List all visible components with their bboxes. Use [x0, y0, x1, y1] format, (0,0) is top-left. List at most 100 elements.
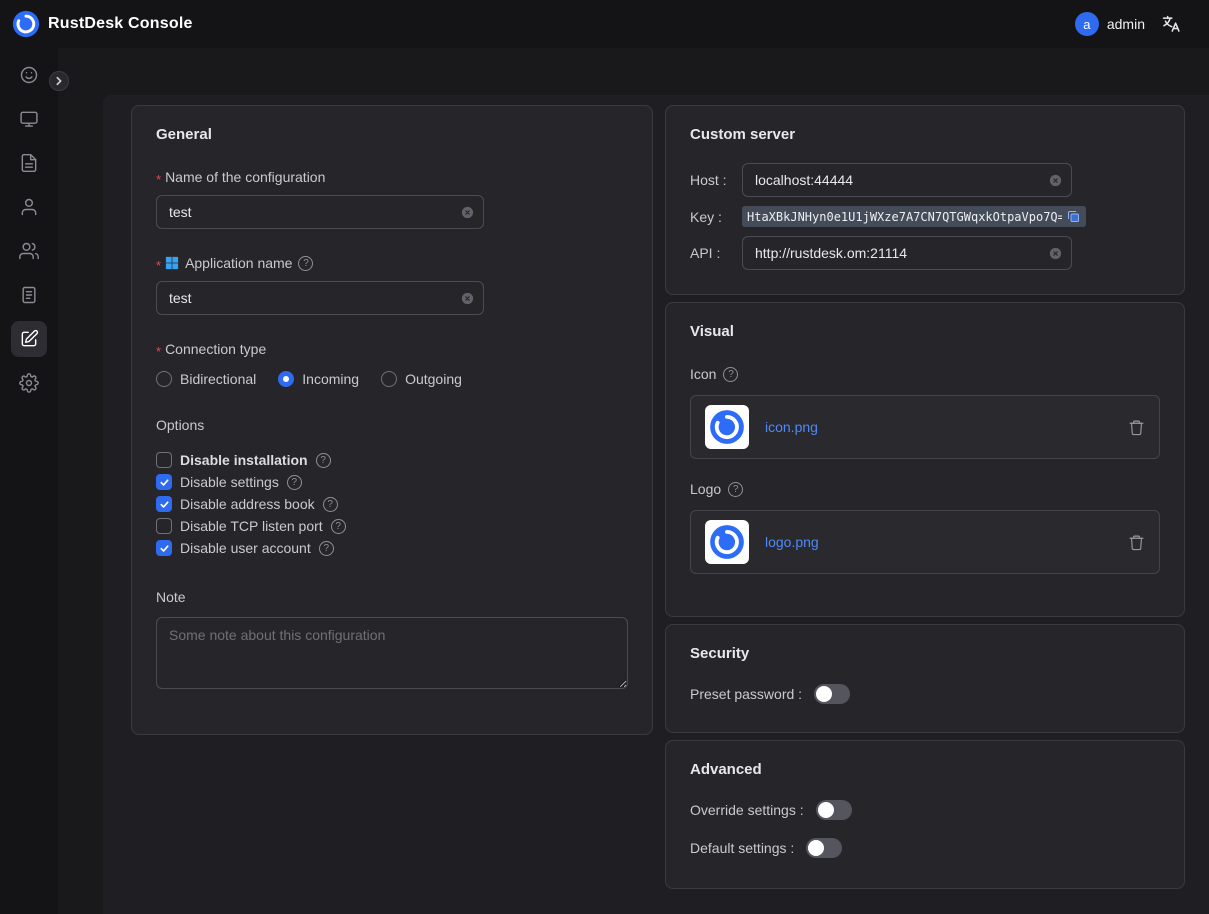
help-icon[interactable]: ? — [316, 453, 331, 468]
api-input[interactable] — [742, 236, 1072, 270]
content: General * Name of the configuration — [103, 95, 1209, 914]
help-icon[interactable]: ? — [331, 519, 346, 534]
clear-icon[interactable] — [460, 205, 475, 220]
sidebar-item-groups[interactable] — [11, 233, 47, 269]
app-name-input[interactable] — [156, 281, 484, 315]
user-icon — [19, 197, 39, 217]
sidebar — [0, 48, 58, 914]
help-icon[interactable]: ? — [723, 367, 738, 382]
radio-label: Outgoing — [405, 371, 462, 387]
security-card: Security Preset password : — [665, 624, 1185, 733]
checkbox[interactable] — [156, 518, 172, 534]
logo-label-row: Logo ? — [690, 481, 1160, 497]
translate-icon[interactable] — [1161, 14, 1181, 34]
app-name-field-label: * Application name ? — [156, 255, 628, 271]
option-disable-installation[interactable]: Disable installation ? — [156, 449, 628, 471]
required-asterisk: * — [156, 344, 161, 359]
api-label: API : — [690, 245, 742, 261]
override-settings-toggle[interactable] — [816, 800, 852, 820]
preset-password-toggle[interactable] — [814, 684, 850, 704]
icon-file-link[interactable]: icon.png — [765, 419, 818, 435]
icon-preview — [705, 405, 749, 449]
option-disable-address-book[interactable]: Disable address book ? — [156, 493, 628, 515]
app-shell: General * Name of the configuration — [0, 48, 1209, 914]
override-settings-label: Override settings : — [690, 802, 804, 818]
sidebar-item-configurations[interactable] — [11, 321, 47, 357]
name-field-label: * Name of the configuration — [156, 169, 628, 185]
visual-title: Visual — [690, 323, 1160, 340]
icon-label: Icon — [690, 366, 716, 382]
host-input[interactable] — [742, 163, 1072, 197]
note-textarea[interactable] — [156, 617, 628, 689]
name-input[interactable] — [156, 195, 484, 229]
sidebar-expand-button[interactable] — [49, 71, 69, 91]
clear-icon[interactable] — [460, 291, 475, 306]
host-label: Host : — [690, 172, 742, 188]
key-label: Key : — [690, 209, 742, 225]
key-value[interactable]: HtaXBkJNHyn0e1U1jWXze7A7CN7QTGWqxkOtpaVp… — [742, 206, 1086, 227]
checkbox[interactable] — [156, 540, 172, 556]
radio-circle[interactable] — [156, 371, 172, 387]
general-card: General * Name of the configuration — [131, 105, 653, 735]
checkbox[interactable] — [156, 474, 172, 490]
checkbox-label: Disable address book — [180, 496, 315, 512]
default-settings-label: Default settings : — [690, 840, 794, 856]
connection-type-label: * Connection type — [156, 341, 628, 357]
help-icon[interactable]: ? — [298, 256, 313, 271]
help-icon[interactable]: ? — [323, 497, 338, 512]
clear-icon[interactable] — [1048, 246, 1063, 261]
custom-server-title: Custom server — [690, 126, 1160, 143]
app-name-label-text: Application name — [185, 255, 292, 271]
override-settings-row: Override settings : — [690, 800, 1160, 820]
option-disable-user-account[interactable]: Disable user account ? — [156, 537, 628, 559]
icon-label-row: Icon ? — [690, 366, 1160, 382]
custom-server-card: Custom server Host : Key : — [665, 105, 1185, 295]
left-column: General * Name of the configuration — [131, 105, 653, 914]
radio-circle[interactable] — [381, 371, 397, 387]
help-icon[interactable]: ? — [287, 475, 302, 490]
options-label: Options — [156, 417, 628, 433]
users-icon — [19, 241, 39, 261]
radio-outgoing[interactable]: Outgoing — [381, 371, 462, 387]
user-menu[interactable]: a admin — [1075, 12, 1145, 36]
logo-upload-box: logo.png — [690, 510, 1160, 574]
help-icon[interactable]: ? — [728, 482, 743, 497]
key-text: HtaXBkJNHyn0e1U1jWXze7A7CN7QTGWqxkOtpaVp… — [747, 210, 1062, 224]
sidebar-item-audit[interactable] — [11, 277, 47, 313]
checkbox[interactable] — [156, 496, 172, 512]
trash-icon[interactable] — [1128, 419, 1145, 436]
option-disable-tcp-listen-port[interactable]: Disable TCP listen port ? — [156, 515, 628, 537]
trash-icon[interactable] — [1128, 534, 1145, 551]
key-row: Key : HtaXBkJNHyn0e1U1jWXze7A7CN7QTGWqxk… — [690, 206, 1160, 227]
sidebar-item-overview[interactable] — [11, 57, 47, 93]
default-settings-toggle[interactable] — [806, 838, 842, 858]
sidebar-item-users[interactable] — [11, 189, 47, 225]
journal-icon — [19, 285, 39, 305]
monitor-icon — [19, 109, 39, 129]
copy-icon[interactable] — [1066, 209, 1081, 224]
smiley-icon — [19, 65, 39, 85]
right-column: Custom server Host : Key : — [665, 105, 1185, 914]
sidebar-item-settings[interactable] — [11, 365, 47, 401]
checkbox-label: Disable user account — [180, 540, 311, 556]
sidebar-item-documents[interactable] — [11, 145, 47, 181]
radio-incoming[interactable]: Incoming — [278, 371, 359, 387]
radio-label: Incoming — [302, 371, 359, 387]
clear-icon[interactable] — [1048, 173, 1063, 188]
rustdesk-logo-icon — [12, 10, 40, 38]
help-icon[interactable]: ? — [319, 541, 334, 556]
logo-file-link[interactable]: logo.png — [765, 534, 819, 550]
app-name-input-wrap — [156, 281, 484, 315]
user-name: admin — [1107, 16, 1145, 32]
radio-circle[interactable] — [278, 371, 294, 387]
file-icon — [19, 153, 39, 173]
radio-bidirectional[interactable]: Bidirectional — [156, 371, 256, 387]
checkbox-label: Disable TCP listen port — [180, 518, 323, 534]
api-input-wrap — [742, 236, 1072, 270]
sidebar-item-devices[interactable] — [11, 101, 47, 137]
windows-icon — [165, 256, 179, 270]
checkbox[interactable] — [156, 452, 172, 468]
host-row: Host : — [690, 163, 1160, 197]
option-disable-settings[interactable]: Disable settings ? — [156, 471, 628, 493]
visual-card: Visual Icon ? icon.png — [665, 302, 1185, 617]
